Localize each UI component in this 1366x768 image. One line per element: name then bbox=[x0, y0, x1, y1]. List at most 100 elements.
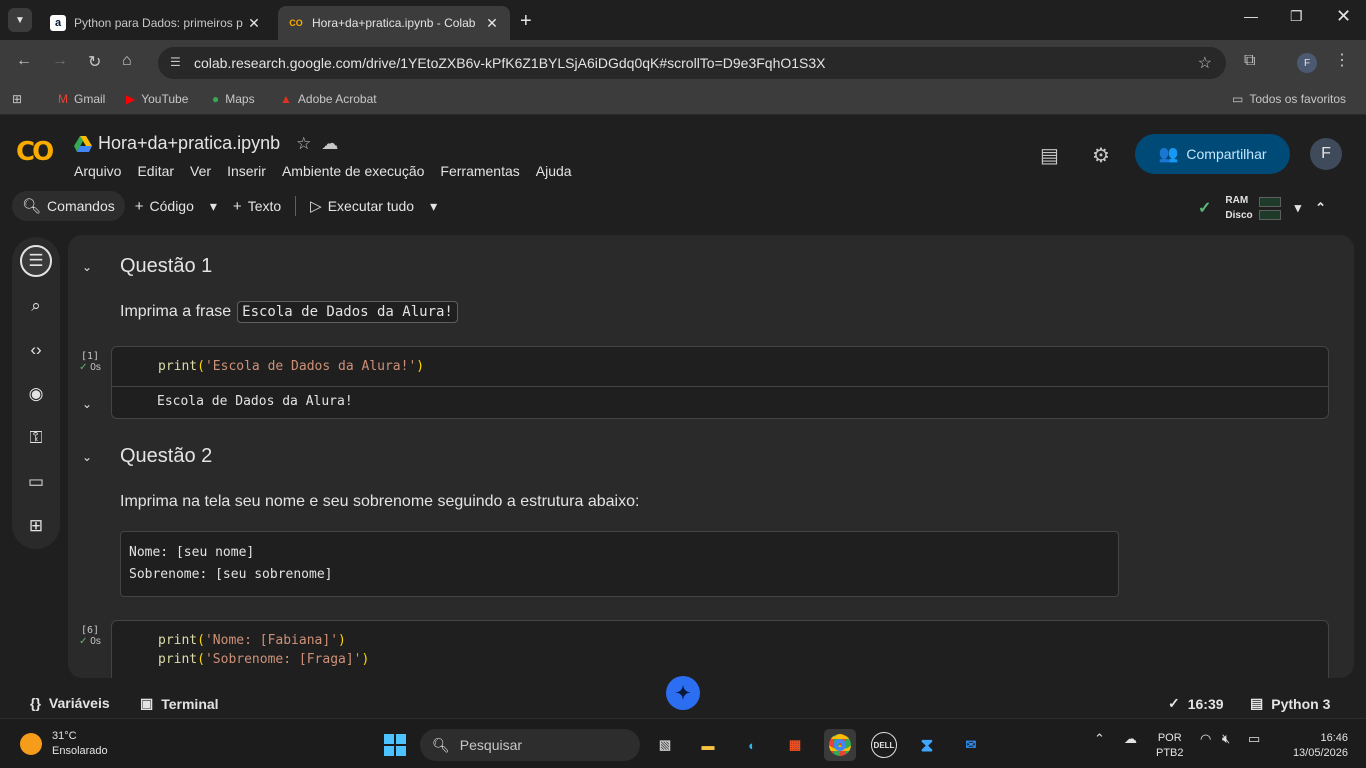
colab-status-bar: {} Variáveis ▣ Terminal ✦ ✓ 16:39 ▤ Python 3 bbox=[0, 676, 1366, 719]
close-window-icon[interactable]: ✕ bbox=[1336, 6, 1351, 27]
show-hidden-icons[interactable]: ⌃ bbox=[1094, 731, 1105, 747]
comments-icon[interactable]: ▤ bbox=[1040, 143, 1059, 168]
disk-label: Disco bbox=[1225, 210, 1253, 221]
add-text-button[interactable]: + Texto bbox=[223, 191, 291, 221]
browser-tab-1[interactable]: a Python para Dados: primeiros p ✕ bbox=[40, 6, 272, 40]
minimize-icon[interactable]: — bbox=[1244, 8, 1258, 24]
restore-icon[interactable]: ❐ bbox=[1290, 8, 1303, 25]
edge-icon[interactable]: ◐ bbox=[739, 732, 765, 758]
reload-icon[interactable]: ↻ bbox=[88, 52, 101, 72]
secrets-key-icon[interactable]: ⚿ bbox=[20, 422, 52, 454]
weather-widget[interactable]: 31°C Ensolarado bbox=[20, 729, 108, 759]
home-icon[interactable]: ⌂ bbox=[122, 52, 132, 70]
bookmark-gmail[interactable]: M Gmail bbox=[58, 92, 105, 106]
wifi-icon[interactable]: ◠ bbox=[1200, 731, 1211, 747]
table-of-contents-icon[interactable]: ☰ bbox=[20, 245, 52, 277]
files-folder-icon[interactable]: ▭ bbox=[20, 466, 52, 498]
code-cell-1[interactable]: print('Escola de Dados da Alura!') Escol… bbox=[111, 346, 1329, 419]
run-all-button[interactable]: ▷ Executar tudo bbox=[300, 191, 424, 221]
extensions-icon[interactable]: ⧉ bbox=[1244, 52, 1255, 70]
google-drive-icon bbox=[74, 135, 92, 152]
collapse-output-icon[interactable]: ⌄ bbox=[82, 397, 92, 411]
battery-icon[interactable]: ▭ bbox=[1248, 731, 1260, 747]
code-editor[interactable]: print('Escola de Dados da Alura!') bbox=[112, 347, 1328, 386]
store-icon[interactable]: ▦ bbox=[782, 732, 808, 758]
bookmark-adobe-acrobat[interactable]: ▲ Adobe Acrobat bbox=[280, 92, 377, 106]
star-icon[interactable]: ☆ bbox=[296, 134, 321, 153]
gmail-icon: M bbox=[58, 92, 68, 106]
menu-ajuda[interactable]: Ajuda bbox=[536, 163, 572, 179]
cell-output: Escola de Dados da Alura! bbox=[112, 386, 1328, 418]
user-avatar[interactable]: F bbox=[1310, 138, 1342, 170]
menu-arquivo[interactable]: Arquivo bbox=[74, 163, 121, 179]
notebook-title[interactable]: Hora+da+pratica.ipynb bbox=[98, 133, 280, 154]
code-cell-2[interactable]: print('Nome: [Fabiana]') print('Sobrenom… bbox=[111, 620, 1329, 678]
add-code-button[interactable]: + Código bbox=[125, 191, 204, 221]
settings-gear-icon[interactable]: ⚙ bbox=[1092, 143, 1110, 168]
find-replace-icon[interactable]: ⌕ bbox=[20, 290, 52, 322]
system-clock[interactable]: 16:46 13/05/2026 bbox=[1286, 731, 1348, 761]
file-explorer-icon[interactable]: ▬ bbox=[695, 732, 721, 758]
menu-inserir[interactable]: Inserir bbox=[227, 163, 266, 179]
sun-icon bbox=[20, 733, 42, 755]
cloud-saved-icon[interactable]: ☁ bbox=[321, 134, 348, 153]
collapse-header-icon[interactable]: ⌃ bbox=[1315, 200, 1340, 215]
close-tab-icon[interactable]: ✕ bbox=[246, 15, 262, 32]
bookmark-youtube[interactable]: ▶ YouTube bbox=[126, 92, 188, 106]
forward-icon[interactable]: → bbox=[52, 52, 68, 70]
code-snippets-icon[interactable]: ‹› bbox=[20, 334, 52, 366]
gemini-icon[interactable]: ✦ bbox=[666, 676, 700, 710]
back-icon[interactable]: ← bbox=[16, 52, 32, 70]
section-heading-q2: Questão 2 bbox=[120, 445, 213, 467]
input-language[interactable]: POR PTB2 bbox=[1156, 731, 1184, 761]
address-bar[interactable]: ☰ colab.research.google.com/drive/1YEtoZ… bbox=[158, 47, 1226, 79]
dell-icon[interactable]: DELL bbox=[871, 732, 897, 758]
bookmark-star-icon[interactable]: ☆ bbox=[1198, 53, 1212, 73]
menu-ferramentas[interactable]: Ferramentas bbox=[440, 163, 519, 179]
collapse-section-icon[interactable]: ⌄ bbox=[82, 450, 92, 464]
onedrive-cloud-icon[interactable]: ☁ bbox=[1124, 731, 1137, 747]
profile-avatar[interactable]: F bbox=[1297, 53, 1317, 73]
vscode-icon[interactable]: ⧗ bbox=[914, 732, 940, 758]
commands-button[interactable]: 🔍︎ Comandos bbox=[12, 191, 125, 221]
text-cell-q2[interactable]: Imprima na tela seu nome e seu sobrenome… bbox=[120, 493, 639, 511]
exec-status-cell1[interactable]: [1] ✓ 0s bbox=[76, 351, 104, 373]
runtime-type[interactable]: ▤ Python 3 bbox=[1250, 695, 1330, 712]
connected-check-icon: ✓ bbox=[1198, 200, 1212, 217]
browser-menu-icon[interactable]: ⋮ bbox=[1334, 50, 1350, 70]
colab-logo[interactable]: CO bbox=[16, 137, 54, 167]
runtime-dropdown-icon[interactable]: ▾ bbox=[1295, 200, 1316, 215]
browser-tab-2-active[interactable]: CO Hora+da+pratica.ipynb - Colab ✕ bbox=[278, 6, 510, 40]
terminal-button[interactable]: ▣ Terminal bbox=[140, 695, 219, 712]
windows-start-icon[interactable] bbox=[384, 734, 406, 756]
bookmark-maps[interactable]: ● Maps bbox=[212, 92, 255, 106]
volume-muted-icon[interactable]: 🔇︎ bbox=[1222, 731, 1230, 747]
new-tab-icon[interactable]: + bbox=[520, 10, 532, 33]
menu-ambiente[interactable]: Ambiente de execução bbox=[282, 163, 424, 179]
run-all-dropdown-icon[interactable]: ▾ bbox=[424, 191, 443, 221]
text-cell-q1[interactable]: Imprima a frase Escola de Dados da Alura… bbox=[120, 301, 458, 323]
code-editor[interactable]: print('Nome: [Fabiana]') print('Sobrenom… bbox=[112, 621, 1328, 678]
menu-editar[interactable]: Editar bbox=[137, 163, 174, 179]
exec-status-cell2[interactable]: [6] ✓ 0s bbox=[76, 625, 104, 647]
tab-search-button[interactable]: ▼ bbox=[8, 8, 32, 32]
close-tab-icon[interactable]: ✕ bbox=[484, 15, 500, 32]
code-dropdown-icon[interactable]: ▾ bbox=[204, 191, 223, 221]
task-view-icon[interactable]: ▧ bbox=[652, 732, 678, 758]
apps-grid-icon[interactable]: ⊞ bbox=[12, 92, 22, 106]
variables-button[interactable]: {} Variáveis bbox=[30, 695, 110, 711]
resource-indicator[interactable]: ✓ RAM Disco ▾⌃ bbox=[1198, 193, 1340, 223]
collapse-section-icon[interactable]: ⌄ bbox=[82, 260, 92, 274]
menu-ver[interactable]: Ver bbox=[190, 163, 211, 179]
chrome-icon[interactable] bbox=[824, 729, 856, 761]
outlook-icon[interactable]: ✉ bbox=[958, 732, 984, 758]
taskbar-search[interactable]: 🔍︎ Pesquisar bbox=[420, 729, 640, 761]
data-table-icon[interactable]: ⊞ bbox=[20, 510, 52, 542]
notebook-area[interactable]: ⌄ Questão 1 Imprima a frase Escola de Da… bbox=[68, 235, 1354, 678]
site-info-icon[interactable]: ☰ bbox=[170, 55, 181, 69]
last-run-status[interactable]: ✓ 16:39 bbox=[1168, 695, 1224, 712]
plus-icon: + bbox=[134, 197, 144, 215]
all-bookmarks-folder[interactable]: ▭ Todos os favoritos bbox=[1232, 92, 1346, 106]
share-button[interactable]: 👥 Compartilhar bbox=[1135, 134, 1290, 174]
variables-inspector-icon[interactable]: ◉ bbox=[20, 378, 52, 410]
